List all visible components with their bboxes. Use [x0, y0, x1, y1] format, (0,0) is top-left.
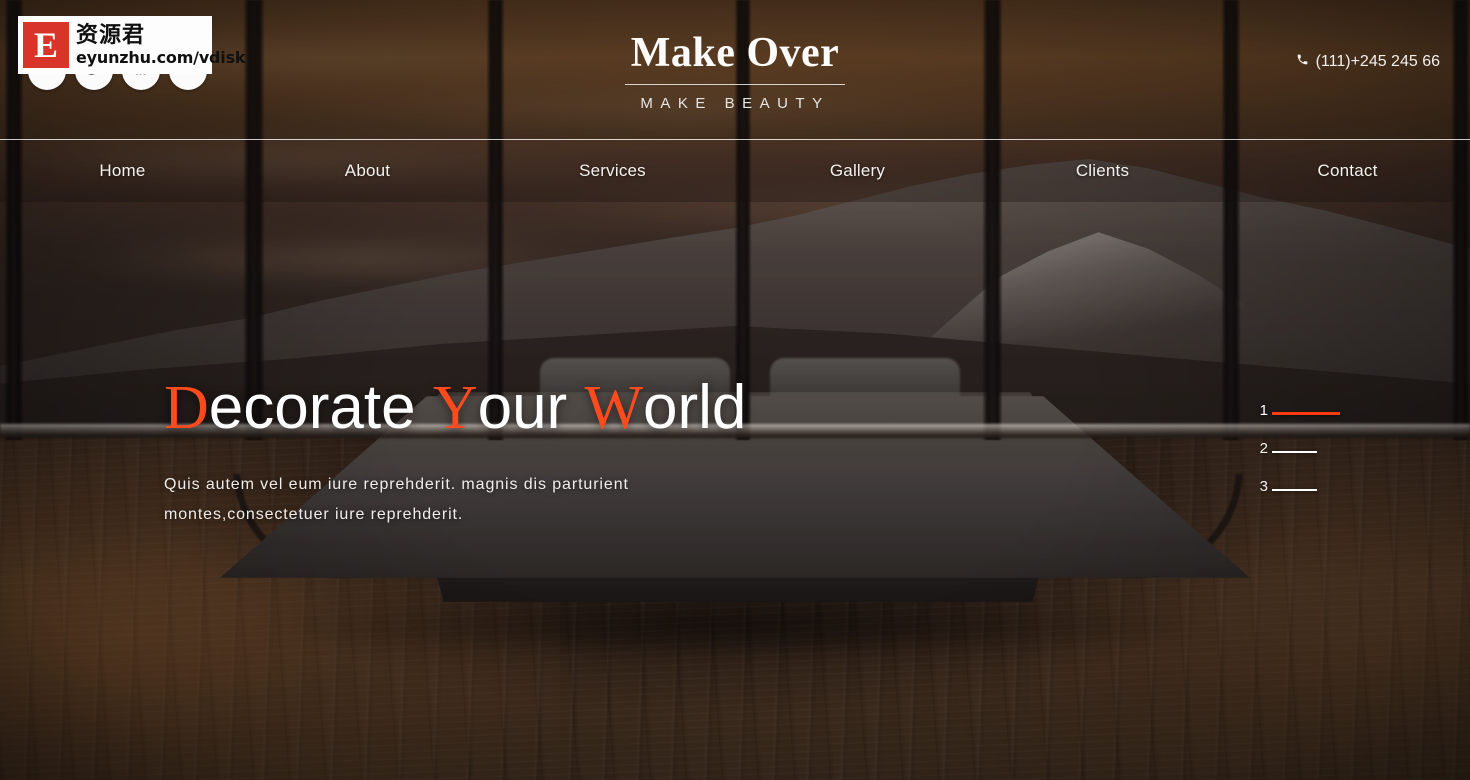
- hero-heading-text: ecorate: [208, 373, 433, 442]
- watermark-chinese-text: 资源君: [76, 23, 146, 48]
- slider-page-number: 2: [1259, 440, 1268, 457]
- watermark-text: 资源君 eyunzhu.com/vdisk: [76, 23, 246, 67]
- brand-subtitle: MAKE BEAUTY: [640, 95, 830, 112]
- slider-pagination-item-1[interactable]: 1: [1259, 402, 1340, 419]
- slider-pagination-item-3[interactable]: 3: [1259, 478, 1340, 495]
- nav-item-services[interactable]: Services: [490, 161, 735, 181]
- slider-pagination: 1 2 3: [1259, 402, 1340, 495]
- hero-heading: Decorate Your World: [164, 366, 1064, 450]
- slider-page-number: 3: [1259, 478, 1268, 495]
- watermark-badge-letter: E: [33, 25, 58, 65]
- watermark-badge: E: [23, 22, 69, 68]
- hero-heading-accent-letter: W: [584, 374, 643, 442]
- hero-subtitle: Quis autem vel eum iure reprehderit. mag…: [164, 476, 629, 523]
- nav-item-home[interactable]: Home: [0, 161, 245, 181]
- nav-item-clients[interactable]: Clients: [980, 161, 1225, 181]
- hero-heading-text: our: [477, 373, 585, 442]
- slider-pagination-item-2[interactable]: 2: [1259, 440, 1340, 457]
- slider-page-indicator: [1272, 489, 1317, 491]
- brand-title: Make Over: [624, 28, 846, 85]
- hero-heading-accent-letter: D: [164, 374, 209, 442]
- hero-heading-text: orld: [642, 373, 747, 442]
- main-navigation: Home About Services Gallery Clients Cont…: [0, 140, 1470, 202]
- nav-item-gallery[interactable]: Gallery: [735, 161, 980, 181]
- hero-content: Decorate Your World Quis autem vel eum i…: [164, 366, 1064, 530]
- hero-heading-accent-letter: Y: [432, 374, 478, 442]
- page-root: (111)+245 245 66 Make Over MAKE BEAUTY H…: [0, 0, 1470, 780]
- slider-page-indicator: [1272, 412, 1340, 415]
- slider-page-number: 1: [1259, 402, 1268, 419]
- watermark-overlay: E 资源君 eyunzhu.com/vdisk: [18, 16, 246, 74]
- nav-item-about[interactable]: About: [245, 161, 490, 181]
- watermark-url: eyunzhu.com/vdisk: [76, 48, 246, 67]
- slider-page-indicator: [1272, 451, 1317, 453]
- nav-item-contact[interactable]: Contact: [1225, 161, 1470, 181]
